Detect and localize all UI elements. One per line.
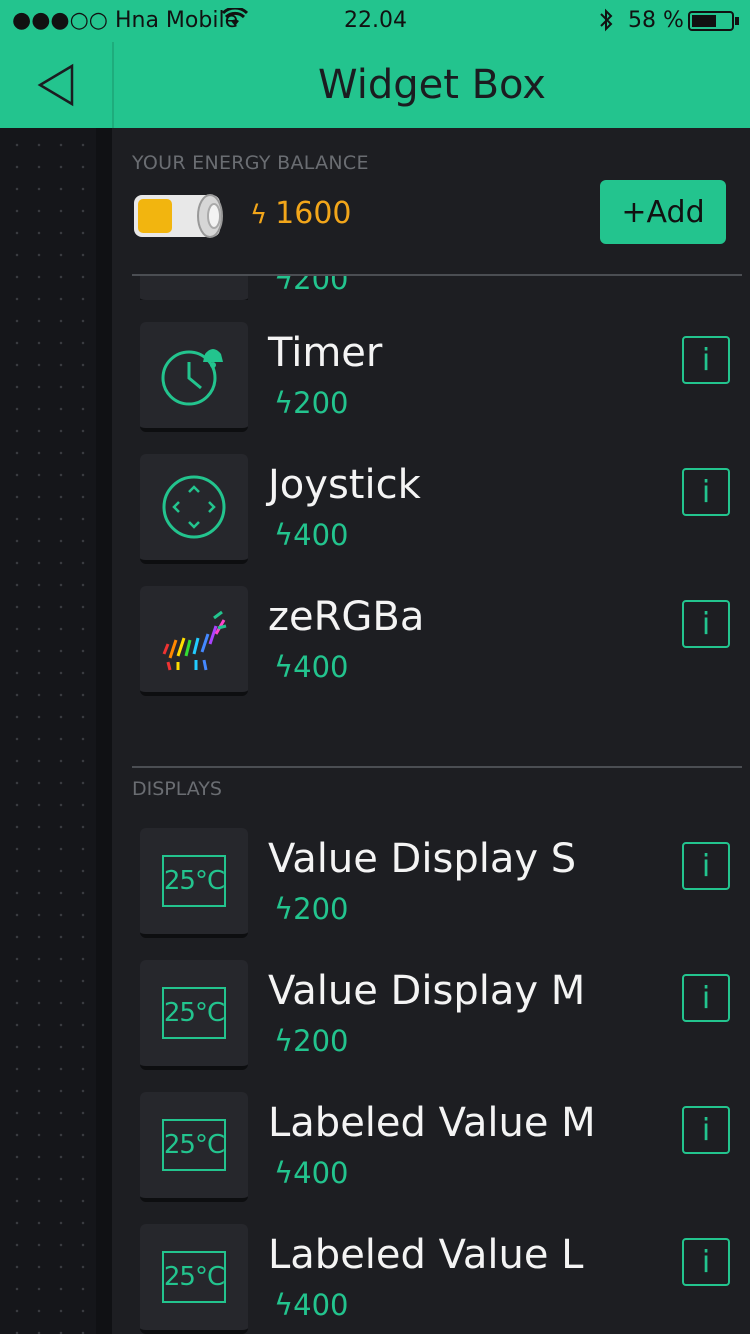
widget-item-timer[interactable]: Timer ϟ200 i	[140, 322, 730, 432]
widget-name: Labeled Value M	[268, 1100, 596, 1146]
bluetooth-icon	[598, 8, 614, 38]
widget-item-zergba[interactable]: zeRGBa ϟ400 i	[140, 586, 730, 696]
bolt-icon: ϟ	[250, 200, 268, 230]
wifi-icon	[221, 6, 249, 34]
energy-balance-value: ϟ 1600	[250, 196, 352, 231]
widget-box-drawer: YOUR ENERGY BALANCE ϟ 1600 +Add ϟ200 Time…	[114, 128, 750, 1334]
widget-item-value-display-m[interactable]: 25°C Value Display M ϟ200 i	[140, 960, 730, 1070]
back-button[interactable]	[0, 42, 114, 128]
zebra-icon	[162, 610, 227, 671]
info-button[interactable]: i	[682, 842, 730, 890]
battery-percent: 58 %	[628, 8, 684, 33]
widget-name: Value Display M	[268, 968, 586, 1014]
widget-cost: ϟ400	[274, 1156, 349, 1190]
battery-icon	[688, 11, 740, 37]
labeled-value-icon: 25°C	[162, 1251, 226, 1303]
widget-name: zeRGBa	[268, 594, 425, 640]
widget-cost: ϟ200	[274, 892, 349, 926]
section-label-displays: DISPLAYS	[132, 778, 222, 800]
widget-cost: ϟ400	[274, 650, 349, 684]
timer-icon	[161, 349, 223, 406]
widget-cost: ϟ200	[274, 386, 349, 420]
value-display-tile[interactable]: 25°C	[140, 960, 248, 1070]
add-energy-button[interactable]: +Add	[600, 180, 726, 244]
labeled-value-tile[interactable]: 25°C	[140, 1092, 248, 1202]
widget-item-labeled-value-m[interactable]: 25°C Labeled Value M ϟ400 i	[140, 1092, 730, 1202]
widget-name: Joystick	[268, 462, 421, 508]
widget-name: Labeled Value L	[268, 1232, 584, 1278]
widget-cost: ϟ200	[274, 1024, 349, 1058]
bolt-icon: ϟ	[274, 386, 294, 420]
info-button[interactable]: i	[682, 1106, 730, 1154]
joystick-tile[interactable]	[140, 454, 248, 564]
info-button[interactable]: i	[682, 600, 730, 648]
widget-cost: ϟ400	[274, 1288, 349, 1322]
labeled-value-tile[interactable]: 25°C	[140, 1224, 248, 1334]
widget-name: Value Display S	[268, 836, 577, 882]
info-button[interactable]: i	[682, 974, 730, 1022]
labeled-value-icon: 25°C	[162, 1119, 226, 1171]
bolt-icon: ϟ	[274, 892, 294, 926]
energy-battery-icon	[132, 192, 228, 240]
widget-name: Timer	[268, 330, 383, 376]
partial-list-item: ϟ200	[140, 276, 730, 300]
widget-item-value-display-s[interactable]: 25°C Value Display S ϟ200 i	[140, 828, 730, 938]
widget-item-labeled-value-l[interactable]: 25°C Labeled Value L ϟ400 i	[140, 1224, 730, 1334]
value-display-icon: 25°C	[162, 987, 226, 1039]
bolt-icon: ϟ	[274, 1288, 294, 1322]
widget-item-joystick[interactable]: Joystick ϟ400 i	[140, 454, 730, 564]
app-bar: Widget Box	[0, 42, 750, 128]
carrier-text: ●●●○○ Hna Mobile	[12, 8, 239, 33]
bolt-icon: ϟ	[274, 518, 294, 552]
divider	[132, 766, 742, 768]
zergba-tile[interactable]	[140, 586, 248, 696]
widget-cost: ϟ400	[274, 518, 349, 552]
value-display-icon: 25°C	[162, 855, 226, 907]
page-title: Widget Box	[318, 62, 546, 108]
dashboard-canvas	[0, 128, 112, 1334]
info-button[interactable]: i	[682, 468, 730, 516]
info-button[interactable]: i	[682, 336, 730, 384]
bolt-icon: ϟ	[274, 1024, 294, 1058]
energy-balance-label: YOUR ENERGY BALANCE	[132, 152, 369, 174]
back-arrow-icon	[37, 63, 74, 107]
status-bar: ●●●○○ Hna Mobile 22.04 58 %	[0, 0, 750, 42]
joystick-icon	[162, 475, 226, 539]
value-display-tile[interactable]: 25°C	[140, 828, 248, 938]
timer-tile[interactable]	[140, 322, 248, 432]
clock-text: 22.04	[344, 8, 407, 33]
bolt-icon: ϟ	[274, 1156, 294, 1190]
info-button[interactable]: i	[682, 1238, 730, 1286]
bolt-icon: ϟ	[274, 650, 294, 684]
